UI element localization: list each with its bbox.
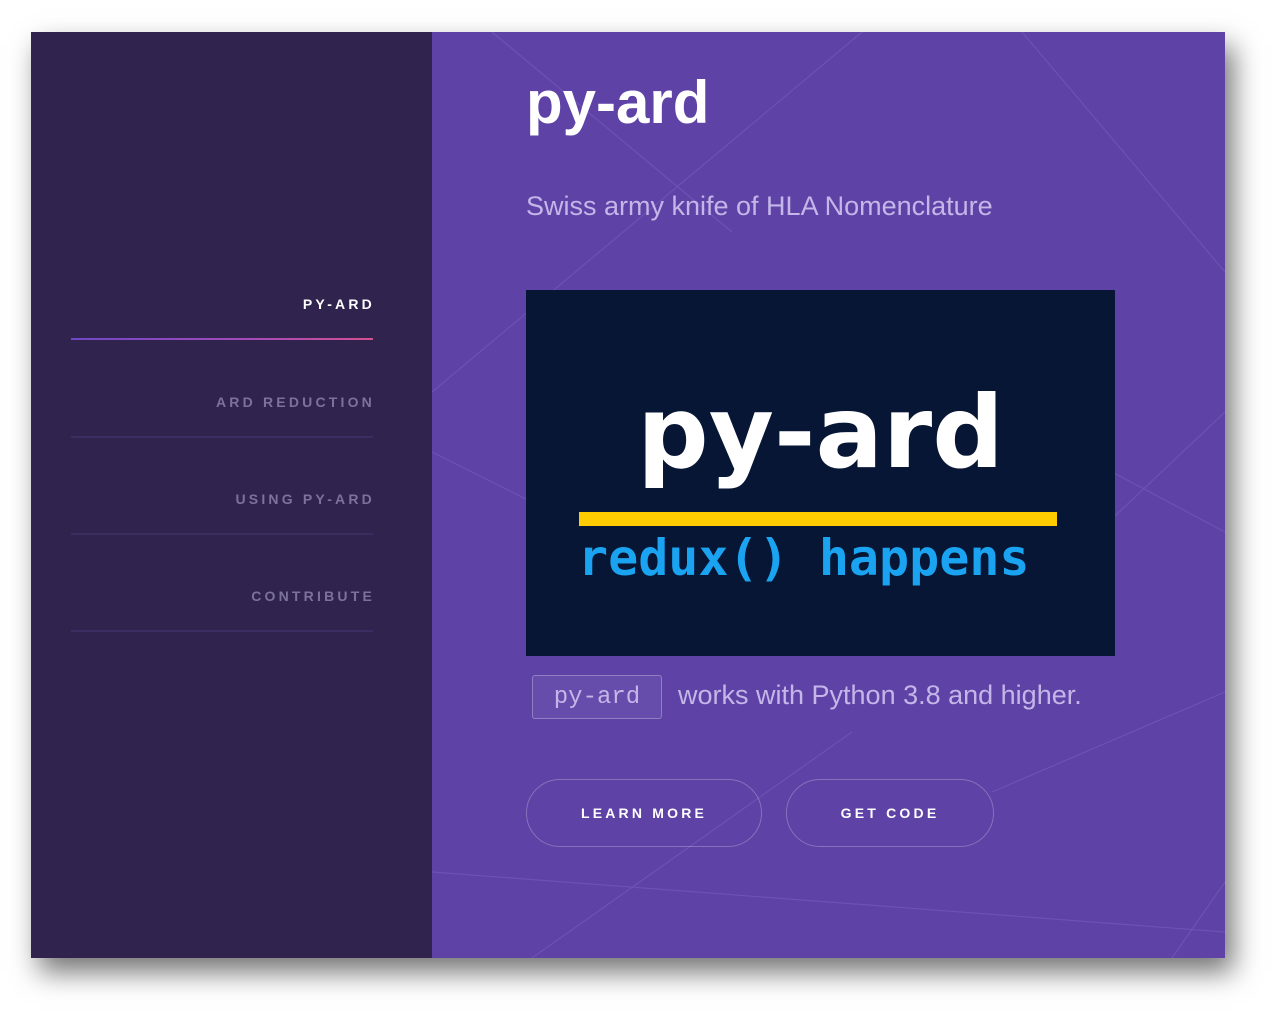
page-window: PY-ARD ARD REDUCTION USING PY-ARD CONTRI… <box>31 32 1225 958</box>
page-subtitle: Swiss army knife of HLA Nomenclature <box>526 191 993 221</box>
learn-more-button[interactable]: LEARN MORE <box>526 779 762 847</box>
banner-underline-bar <box>579 512 1057 526</box>
sidebar-item-label: ARD REDUCTION <box>215 394 375 410</box>
banner-tagline: redux() happens <box>578 529 1030 587</box>
sidebar-item-ard-reduction[interactable]: ARD REDUCTION <box>71 394 373 438</box>
sidebar-item-label: PY-ARD <box>302 296 375 312</box>
main-content: py-ard Swiss army knife of HLA Nomenclat… <box>432 32 1225 958</box>
page-title: py-ard <box>526 69 710 136</box>
sidebar-item-label: USING PY-ARD <box>235 491 375 507</box>
inline-code-badge: py-ard <box>532 675 662 719</box>
banner-logo-title: py-ard <box>637 374 1004 491</box>
sidebar-nav: PY-ARD ARD REDUCTION USING PY-ARD CONTRI… <box>31 32 432 958</box>
get-code-button[interactable]: GET CODE <box>786 779 994 847</box>
sidebar-item-using-py-ard[interactable]: USING PY-ARD <box>71 491 373 535</box>
sidebar-item-contribute[interactable]: CONTRIBUTE <box>71 588 373 632</box>
logo-banner-image: py-ard redux() happens <box>526 290 1115 656</box>
sidebar-item-label: CONTRIBUTE <box>251 588 375 604</box>
python-compat-text: works with Python 3.8 and higher. <box>678 680 1082 710</box>
sidebar-item-py-ard[interactable]: PY-ARD <box>71 296 373 340</box>
